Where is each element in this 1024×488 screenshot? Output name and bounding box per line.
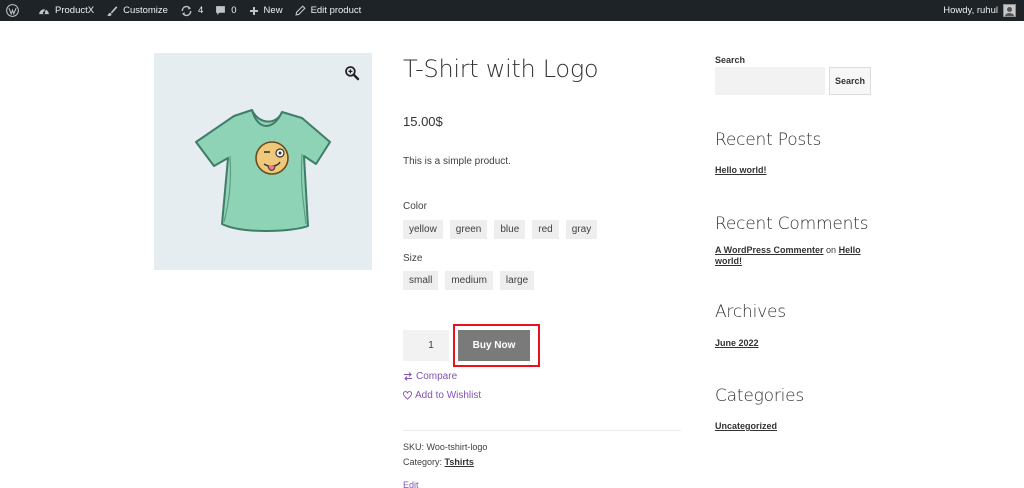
comment-icon — [216, 6, 226, 15]
archive-link[interactable]: June 2022 — [715, 338, 759, 348]
recent-posts-title: Recent Posts — [715, 130, 822, 150]
product-price: 15.00$ — [403, 114, 443, 129]
product-title: T-Shirt with Logo — [403, 55, 599, 83]
product-summary: T-Shirt with Logo 15.00$ This is a simpl… — [403, 53, 681, 290]
product-category: Category: Tshirts — [403, 457, 474, 467]
my-account-menu[interactable]: Howdy, ruhul — [937, 0, 1024, 21]
sku-label: SKU: — [403, 442, 425, 452]
archives-title: Archives — [715, 302, 786, 322]
updates-link[interactable]: 4 — [174, 0, 209, 21]
color-swatch-blue[interactable]: blue — [494, 220, 526, 239]
color-swatch-yellow[interactable]: yellow — [403, 220, 443, 239]
color-swatches: yellow green blue red gray — [403, 220, 598, 239]
size-label: Size — [403, 253, 423, 264]
product-description: This is a simple product. — [403, 156, 511, 167]
size-swatches: small medium large — [403, 271, 535, 290]
updates-count: 4 — [197, 5, 204, 16]
new-content-link[interactable]: New — [243, 0, 289, 21]
color-swatch-gray[interactable]: gray — [565, 220, 598, 239]
dashboard-icon — [39, 8, 49, 15]
product-image-tshirt[interactable] — [192, 106, 334, 236]
color-swatch-red[interactable]: red — [532, 220, 559, 239]
avatar — [1003, 4, 1016, 17]
compare-link[interactable]: Compare — [403, 371, 457, 382]
comment-on-text: on — [826, 245, 837, 255]
recent-comments-title: Recent Comments — [715, 214, 869, 234]
customize-brush-icon — [107, 5, 118, 16]
wordpress-icon — [6, 4, 19, 17]
site-name-link[interactable]: ProductX — [32, 0, 100, 21]
buy-now-button[interactable]: Buy Now — [458, 330, 530, 361]
compare-icon — [404, 372, 412, 381]
color-label: Color — [403, 201, 427, 212]
wordpress-menu[interactable] — [0, 0, 32, 21]
categories-title: Categories — [715, 386, 805, 406]
new-label: New — [263, 5, 283, 16]
search-input[interactable] — [715, 67, 825, 95]
customize-link[interactable]: Customize — [100, 0, 174, 21]
customize-label: Customize — [123, 5, 168, 16]
search-label: Search — [715, 55, 746, 65]
color-swatch-green[interactable]: green — [449, 220, 488, 239]
heart-icon — [403, 391, 412, 400]
category-link[interactable]: Tshirts — [445, 457, 474, 467]
add-to-wishlist-link[interactable]: Add to Wishlist — [403, 390, 481, 401]
recent-post-link[interactable]: Hello world! — [715, 165, 767, 175]
comments-count: 0 — [231, 5, 237, 16]
comment-author-link[interactable]: A WordPress Commenter — [715, 245, 824, 255]
product-sku: SKU: Woo-tshirt-logo — [403, 442, 487, 452]
sidebar-category-link[interactable]: Uncategorized — [715, 421, 777, 431]
wishlist-label: Add to Wishlist — [415, 390, 482, 401]
size-swatch-small[interactable]: small — [403, 271, 439, 290]
pencil-icon — [294, 5, 306, 16]
edit-product-label: Edit product — [310, 5, 362, 16]
site-name-label: ProductX — [55, 5, 95, 16]
plus-icon — [249, 6, 258, 15]
updates-icon — [181, 5, 192, 16]
edit-product-link[interactable]: Edit product — [289, 0, 368, 21]
meta-divider — [403, 430, 681, 431]
recent-comment: A WordPress Commenter on Hello world! — [715, 245, 865, 267]
search-button[interactable]: Search — [829, 67, 871, 95]
howdy-label: Howdy, ruhul — [943, 5, 998, 16]
sku-value: Woo-tshirt-logo — [426, 442, 488, 452]
quantity-input[interactable] — [403, 330, 449, 361]
compare-label: Compare — [416, 371, 458, 382]
size-swatch-medium[interactable]: medium — [445, 271, 493, 290]
product-gallery — [154, 53, 372, 270]
size-swatch-large[interactable]: large — [499, 271, 535, 290]
zoom-icon[interactable] — [344, 65, 360, 81]
comments-link[interactable]: 0 — [209, 0, 242, 21]
category-label: Category: — [403, 457, 443, 467]
admin-bar: ProductX Customize 4 0 New Edit product … — [0, 0, 1024, 21]
edit-link[interactable]: Edit — [403, 480, 419, 488]
